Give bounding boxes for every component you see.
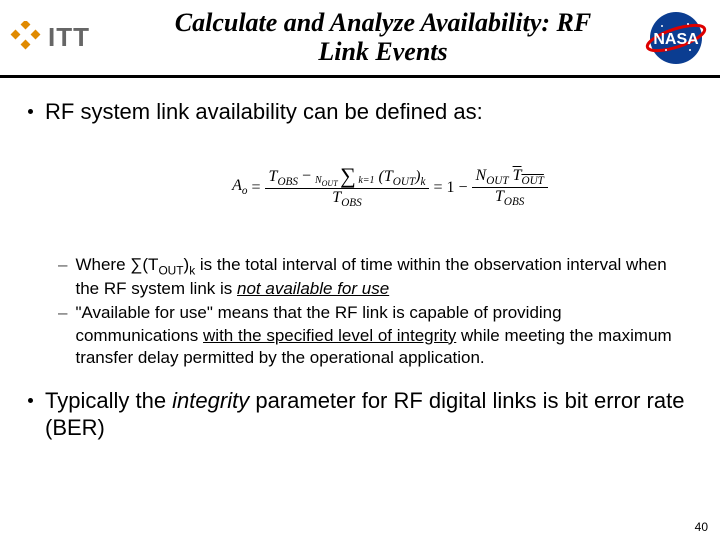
bullet-1: RF system link availability can be defin… xyxy=(28,98,692,126)
availability-formula: Ao = TOBS − NOUT ∑ k=1 (TOUT)k TOBS = 1 … xyxy=(88,138,692,238)
sub-bullet-2-text: "Available for use" means that the RF li… xyxy=(75,302,675,368)
bullet-2-text: Typically the integrity parameter for RF… xyxy=(45,387,692,442)
page-number: 40 xyxy=(695,520,708,534)
bullet-1-text: RF system link availability can be defin… xyxy=(45,98,483,126)
svg-text:NASA: NASA xyxy=(653,31,699,48)
itt-text: ITT xyxy=(48,22,90,53)
sub-bullet-1: – Where ∑(TOUT)k is the total interval o… xyxy=(58,254,692,301)
bullet-2: Typically the integrity parameter for RF… xyxy=(28,387,692,442)
itt-logo: ITT xyxy=(8,21,128,55)
sub-bullet-1-text: Where ∑(TOUT)k is the total interval of … xyxy=(75,254,675,301)
dash-icon: – xyxy=(58,302,67,324)
bullet-dot-icon xyxy=(28,109,33,114)
nasa-logo: NASA xyxy=(638,10,710,66)
sub-bullet-2: – "Available for use" means that the RF … xyxy=(58,302,692,368)
dash-icon: – xyxy=(58,254,67,276)
slide-title: Calculate and Analyze Availability: RF L… xyxy=(128,9,638,66)
bullet-dot-icon xyxy=(28,398,33,403)
